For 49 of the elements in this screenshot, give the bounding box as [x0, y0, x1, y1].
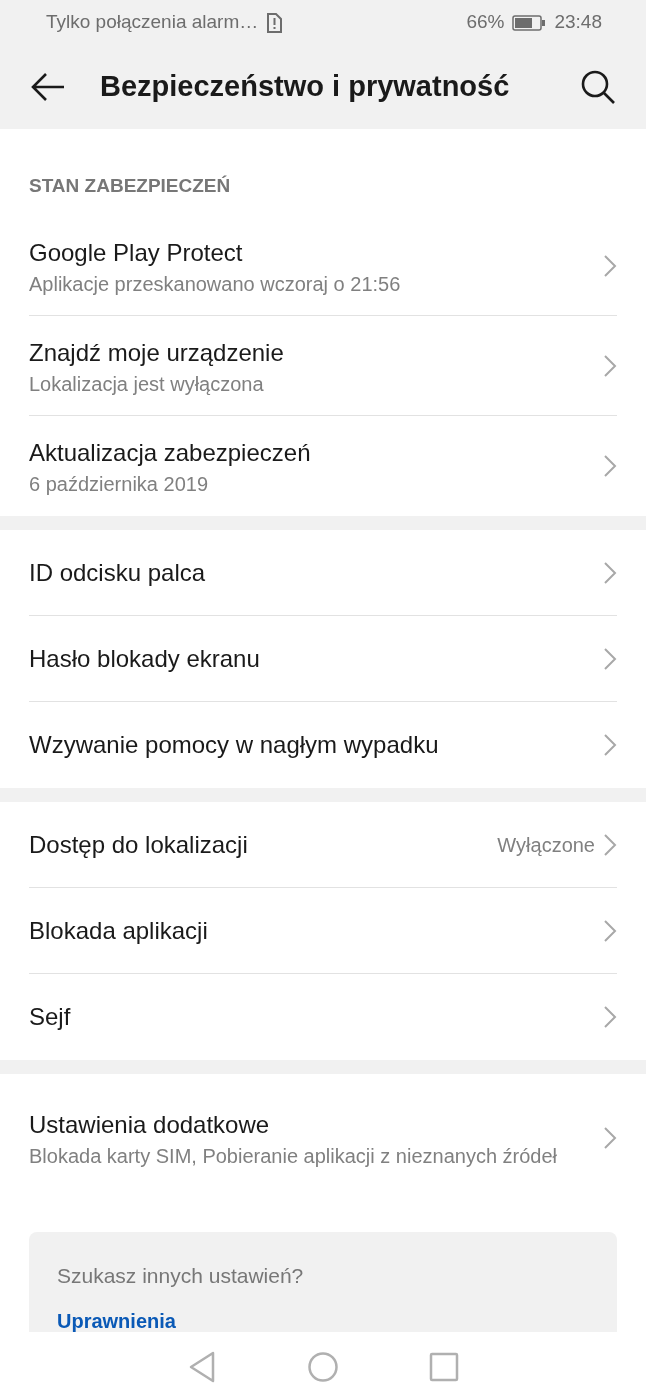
item-title: Wzywanie pomocy w nagłym wypadku — [29, 730, 440, 760]
page-title: Bezpieczeństwo i prywatność — [100, 69, 510, 105]
chevron-right-icon — [603, 253, 617, 278]
carrier-text: Tylko połączenia alarm… — [46, 10, 259, 35]
settings-item[interactable]: Sejf — [29, 974, 617, 1060]
item-subtitle: 6 października 2019 — [29, 472, 209, 497]
settings-item[interactable]: Google Play Protect Aplikacje przeskanowano wczoraj o 21:56 — [29, 216, 617, 316]
item-title: Znajdź moje urządzenie — [29, 337, 285, 368]
item-title: Dostęp do lokalizacji — [29, 829, 249, 860]
item-title: Hasło blokady ekranu — [29, 643, 261, 674]
item-title: Google Play Protect — [29, 237, 244, 268]
settings-item[interactable]: Wzywanie pomocy w nagłym wypadku — [29, 702, 617, 788]
settings-item[interactable]: Hasło blokady ekranu — [29, 616, 617, 702]
item-subtitle: Aplikacje przeskanowano wczoraj o 21:56 — [29, 271, 402, 297]
back-nav-icon[interactable] — [187, 1351, 217, 1383]
permissions-link[interactable]: Uprawnienia — [57, 1305, 176, 1332]
item-title: ID odcisku palca — [29, 557, 207, 588]
battery-percent: 66% — [466, 10, 505, 35]
settings-item[interactable]: Dostęp do lokalizacji Wyłączone — [29, 802, 617, 888]
settings-item[interactable]: Blokada aplikacji — [29, 888, 617, 974]
chevron-right-icon — [603, 353, 617, 378]
chevron-right-icon — [603, 733, 617, 757]
settings-item[interactable]: Aktualizacja zabezpieczeń 6 października 2019 — [29, 416, 617, 516]
battery-icon — [512, 13, 547, 32]
chevron-right-icon — [603, 454, 617, 478]
home-nav-icon[interactable] — [307, 1351, 339, 1383]
chevron-right-icon — [603, 832, 617, 857]
item-title: Sejf — [29, 1002, 72, 1032]
clock-time: 23:48 — [554, 10, 602, 35]
chevron-right-icon — [603, 1005, 617, 1029]
settings-item[interactable]: ID odcisku palca — [29, 530, 617, 616]
chevron-right-icon — [603, 1126, 617, 1150]
item-title: Blokada aplikacji — [29, 915, 209, 946]
section-heading: STAN ZABEZPIECZEŃ — [28, 174, 232, 199]
item-subtitle: Blokada karty SIM, Pobieranie aplikacji z nieznanych źródeł — [29, 1144, 559, 1169]
chevron-right-icon — [603, 646, 617, 671]
chevron-right-icon — [603, 560, 617, 585]
search-icon[interactable] — [580, 69, 616, 105]
sim-alert-icon — [266, 12, 283, 33]
chevron-right-icon — [603, 918, 617, 943]
help-question: Szukasz innych ustawień? — [57, 1263, 305, 1289]
recents-nav-icon[interactable] — [429, 1352, 459, 1382]
item-value: Wyłączone — [497, 832, 595, 858]
settings-item[interactable]: Ustawienia dodatkowe Blokada karty SIM, Pobieranie aplikacji z nieznanych źródeł — [29, 1074, 617, 1202]
item-title: Ustawienia dodatkowe — [29, 1110, 271, 1140]
back-arrow-icon[interactable] — [30, 72, 66, 102]
item-title: Aktualizacja zabezpieczeń — [29, 438, 312, 468]
settings-item[interactable]: Znajdź moje urządzenie Lokalizacja jest wyłączona — [29, 316, 617, 416]
item-subtitle: Lokalizacja jest wyłączona — [29, 371, 265, 397]
